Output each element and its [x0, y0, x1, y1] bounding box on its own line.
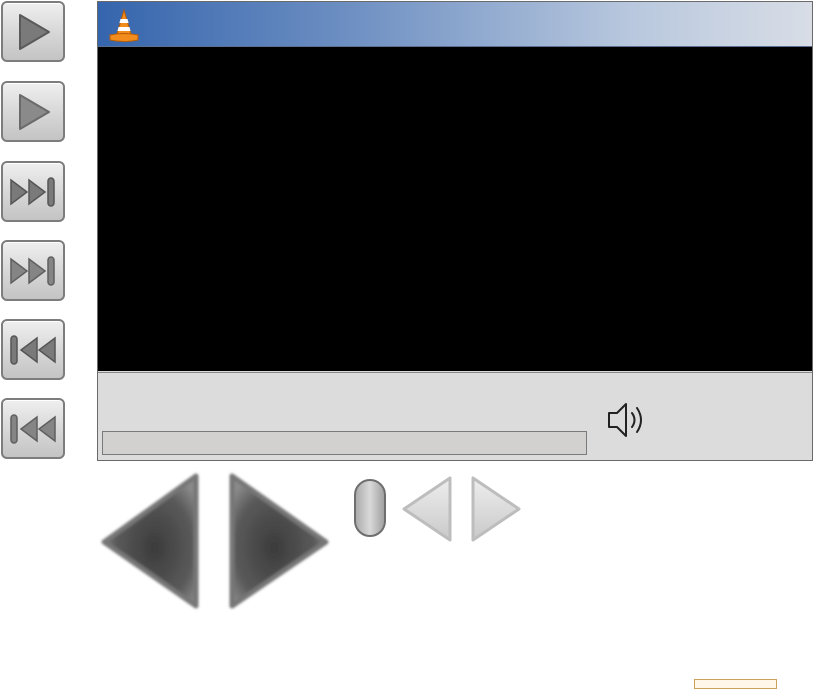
vlc-cone-icon [109, 8, 139, 42]
skip-forward-icon [10, 177, 55, 207]
speaker-icon[interactable] [606, 399, 650, 441]
player-window [97, 1, 813, 461]
play-button[interactable] [1, 1, 65, 62]
small-left-arrow-button[interactable] [400, 474, 456, 544]
title-bar[interactable] [98, 2, 812, 47]
video-area[interactable] [98, 47, 812, 371]
play-icon [19, 94, 50, 130]
previous-button-pressed[interactable] [1, 398, 65, 459]
slider-handle[interactable] [353, 478, 389, 540]
controls-panel [98, 372, 812, 460]
skip-forward-icon [10, 256, 55, 286]
skip-back-icon [10, 335, 56, 365]
small-right-arrow-button[interactable] [468, 474, 524, 544]
next-button-pressed[interactable] [1, 240, 65, 301]
next-button[interactable] [1, 161, 65, 222]
skip-back-icon [10, 414, 56, 444]
forward-arrow-button[interactable] [224, 470, 334, 612]
seek-bar[interactable] [102, 431, 587, 455]
play-icon [19, 14, 50, 50]
previous-button[interactable] [1, 319, 65, 380]
status-box [694, 679, 777, 689]
play-button-pressed[interactable] [1, 81, 65, 142]
rewind-arrow-button[interactable] [96, 470, 206, 612]
